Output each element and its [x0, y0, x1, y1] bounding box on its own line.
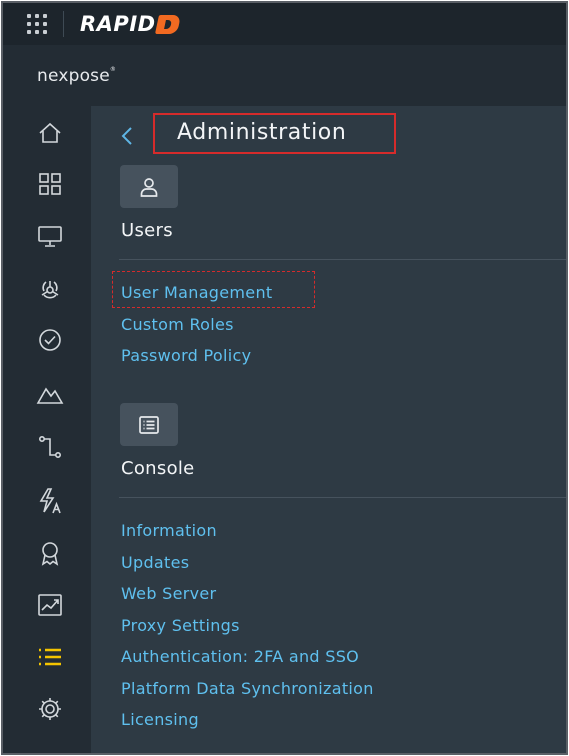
nav-remediation[interactable]	[34, 431, 66, 463]
reports-icon	[36, 387, 64, 404]
product-bar: nexpose®	[3, 45, 566, 106]
nav-trends[interactable]	[34, 589, 66, 621]
remediation-icon	[39, 436, 61, 458]
side-nav	[3, 106, 91, 753]
main-panel: Administration Users User Management Cus…	[91, 106, 566, 753]
topbar-divider	[63, 11, 64, 37]
policies-icon	[39, 329, 61, 351]
home-icon	[39, 122, 61, 143]
nav-settings[interactable]	[34, 693, 66, 725]
list-icon	[39, 648, 61, 666]
link-platform-data-sync[interactable]: Platform Data Synchronization	[121, 679, 374, 698]
page-title: Administration	[177, 120, 347, 145]
nav-policies[interactable]	[34, 324, 66, 356]
users-section-icon	[120, 165, 178, 208]
app-switcher-icon[interactable]	[25, 12, 49, 36]
automation-icon	[39, 488, 61, 514]
product-name[interactable]: nexpose®	[37, 66, 116, 86]
link-authentication[interactable]: Authentication: 2FA and SSO	[121, 647, 359, 666]
link-password-policy[interactable]: Password Policy	[121, 346, 251, 365]
nav-administration[interactable]	[34, 641, 66, 673]
link-custom-roles[interactable]: Custom Roles	[121, 315, 234, 334]
nav-vulnerabilities[interactable]	[34, 273, 66, 305]
console-list-icon	[139, 415, 159, 434]
link-proxy-settings[interactable]: Proxy Settings	[121, 616, 240, 635]
link-web-server[interactable]: Web Server	[121, 584, 216, 603]
app-window: RAPID nexpose® Administration Users User…	[1, 1, 568, 755]
nav-reports[interactable]	[34, 378, 66, 410]
vulnerabilities-icon	[41, 281, 59, 299]
dashboard-icon	[39, 173, 61, 195]
users-section-title: Users	[121, 220, 173, 241]
nav-dashboard[interactable]	[34, 168, 66, 200]
brand-mark-icon	[154, 14, 181, 34]
console-section-divider	[119, 497, 566, 498]
nav-home[interactable]	[34, 117, 66, 149]
title-highlight-annotation: Administration	[153, 113, 396, 154]
user-icon	[140, 177, 158, 197]
users-section-divider	[119, 259, 566, 260]
brand-text: RAPID	[80, 12, 156, 36]
link-licensing[interactable]: Licensing	[121, 710, 199, 729]
top-bar: RAPID	[3, 3, 566, 45]
certificate-icon	[41, 542, 59, 566]
console-section-title: Console	[121, 458, 195, 479]
link-user-management[interactable]: User Management	[121, 283, 272, 302]
back-button[interactable]	[118, 123, 136, 149]
nav-certificates[interactable]	[34, 537, 66, 569]
link-information[interactable]: Information	[121, 521, 217, 540]
rapid7-logo[interactable]: RAPID	[80, 12, 181, 36]
trend-chart-icon	[38, 594, 62, 616]
gear-icon	[39, 698, 61, 720]
assets-icon	[38, 226, 62, 247]
chevron-left-icon	[121, 127, 132, 145]
console-section-icon	[120, 403, 178, 446]
nav-automation[interactable]	[34, 485, 66, 517]
nav-assets[interactable]	[34, 220, 66, 252]
link-updates[interactable]: Updates	[121, 553, 189, 572]
